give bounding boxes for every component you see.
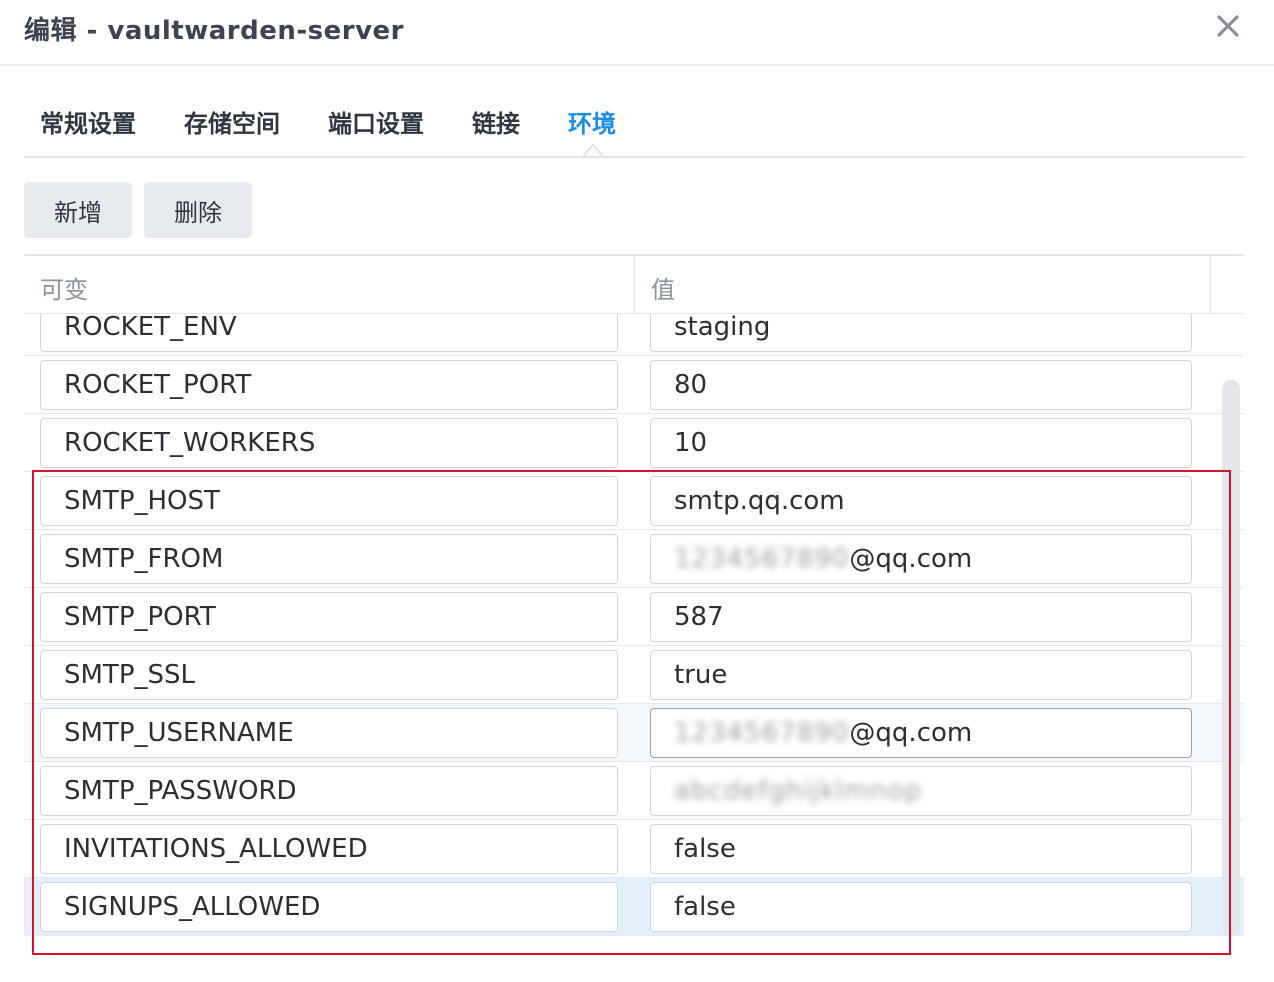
environment-grid: ROCKET_ENV staging ROCKET_PORT 80 ROCKET… [24, 314, 1244, 940]
variable-input[interactable]: ROCKET_PORT [40, 360, 618, 410]
column-header-value[interactable]: 值 [651, 270, 675, 305]
value-input[interactable]: staging [650, 314, 1192, 352]
value-input[interactable]: true [650, 650, 1192, 700]
column-divider [634, 256, 635, 316]
active-tab-indicator-icon [583, 144, 603, 156]
value-input[interactable]: 1234567890 @qq.com [650, 534, 1192, 584]
value-input[interactable]: false [650, 824, 1192, 874]
value-suffix: @qq.com [849, 544, 973, 574]
table-row[interactable]: ROCKET_PORT 80 [24, 356, 1244, 414]
tab-general-settings[interactable]: 常规设置 [40, 104, 136, 139]
table-row[interactable]: SMTP_SSL true [24, 646, 1244, 704]
grid-header: 可变 值 [24, 254, 1244, 316]
column-header-variable[interactable]: 可变 [40, 270, 88, 305]
column-divider [1210, 256, 1211, 316]
table-row[interactable]: SMTP_FROM 1234567890 @qq.com [24, 530, 1244, 588]
value-input[interactable]: 1234567890 @qq.com [650, 708, 1192, 758]
variable-input[interactable]: ROCKET_ENV [40, 314, 618, 352]
delete-button[interactable]: 删除 [144, 182, 252, 238]
title-bar: 编辑 - vaultwarden-server [0, 0, 1274, 66]
table-row[interactable]: SMTP_PASSWORD abcdefghijklmnop [24, 762, 1244, 820]
variable-input[interactable]: ROCKET_WORKERS [40, 418, 618, 468]
edit-container-dialog: 编辑 - vaultwarden-server 常规设置 存储空间 端口设置 链… [0, 0, 1274, 982]
variable-input[interactable]: SMTP_PASSWORD [40, 766, 618, 816]
close-icon [1217, 15, 1239, 37]
variable-input[interactable]: SMTP_USERNAME [40, 708, 618, 758]
table-row[interactable]: ROCKET_WORKERS 10 [24, 414, 1244, 472]
dialog-title: 编辑 - vaultwarden-server [24, 16, 405, 46]
variable-input[interactable]: SMTP_FROM [40, 534, 618, 584]
value-input[interactable]: false [650, 882, 1192, 932]
table-row[interactable]: INVITATIONS_ALLOWED false [24, 820, 1244, 878]
value-input[interactable]: 10 [650, 418, 1192, 468]
variable-input[interactable]: SMTP_PORT [40, 592, 618, 642]
table-row[interactable]: ROCKET_ENV staging [24, 314, 1244, 356]
variable-input[interactable]: SMTP_SSL [40, 650, 618, 700]
redacted-text: abcdefghijklmnop [674, 776, 923, 806]
value-input[interactable]: 587 [650, 592, 1192, 642]
value-input[interactable]: smtp.qq.com [650, 476, 1192, 526]
variable-input[interactable]: INVITATIONS_ALLOWED [40, 824, 618, 874]
table-row[interactable]: SMTP_USERNAME 1234567890 @qq.com [24, 704, 1244, 762]
value-input[interactable]: abcdefghijklmnop [650, 766, 1192, 816]
tab-storage[interactable]: 存储空间 [184, 104, 280, 139]
redacted-text: 1234567890 [674, 544, 850, 574]
tab-port-settings[interactable]: 端口设置 [328, 104, 424, 139]
redacted-text: 1234567890 [674, 718, 850, 748]
vertical-scrollbar[interactable] [1222, 380, 1240, 935]
value-input[interactable]: 80 [650, 360, 1192, 410]
table-row[interactable]: SIGNUPS_ALLOWED false [24, 878, 1244, 936]
table-row[interactable]: SMTP_PORT 587 [24, 588, 1244, 646]
value-suffix: @qq.com [849, 718, 973, 748]
add-button[interactable]: 新增 [24, 182, 132, 238]
tab-links[interactable]: 链接 [472, 104, 520, 139]
tab-environment[interactable]: 环境 [568, 104, 616, 139]
close-button[interactable] [1210, 8, 1246, 44]
variable-input[interactable]: SIGNUPS_ALLOWED [40, 882, 618, 932]
table-row[interactable]: SMTP_HOST smtp.qq.com [24, 472, 1244, 530]
variable-input[interactable]: SMTP_HOST [40, 476, 618, 526]
tab-bar: 常规设置 存储空间 端口设置 链接 环境 [24, 96, 1244, 158]
